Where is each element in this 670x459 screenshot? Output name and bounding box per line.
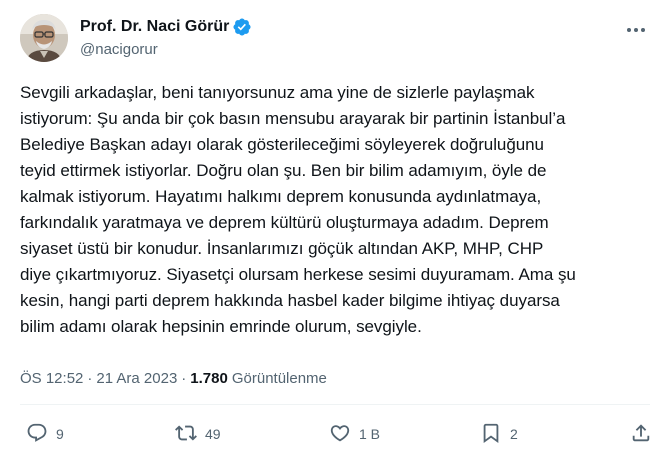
share-button[interactable] [630, 421, 652, 447]
retweet-icon [175, 422, 197, 447]
share-icon [630, 422, 652, 447]
meta-separator: · [87, 369, 93, 387]
bookmark-button[interactable]: 2 [480, 421, 518, 447]
bookmark-icon [480, 422, 502, 447]
tweet-date[interactable]: 21 Ara 2023 [96, 370, 177, 387]
divider [20, 404, 650, 405]
like-icon [329, 422, 351, 447]
name-row: Prof. Dr. Naci Görür [80, 16, 252, 38]
verified-badge-icon[interactable] [232, 17, 252, 37]
tweet-time[interactable]: ÖS 12:52 [20, 370, 83, 387]
views-count[interactable]: 1.780 [190, 370, 228, 387]
user-handle[interactable]: @nacigorur [80, 40, 252, 60]
retweet-button[interactable]: 49 [175, 421, 221, 447]
reply-count: 9 [56, 426, 64, 442]
reply-button[interactable]: 9 [26, 421, 64, 447]
meta-separator: · [181, 369, 187, 387]
user-info: Prof. Dr. Naci Görür @nacigorur [80, 16, 252, 60]
tweet-header: Prof. Dr. Naci Görür @nacigorur [20, 12, 252, 64]
more-icon[interactable] [624, 18, 648, 42]
action-bar: 9 49 1 B 2 [0, 421, 670, 447]
avatar-image [20, 14, 68, 62]
tweet-meta: ÖS 12:52 · 21 Ara 2023 · 1.780 Görüntüle… [20, 368, 327, 388]
tweet-card: Prof. Dr. Naci Görür @nacigorur Sevgili … [0, 0, 670, 459]
bookmark-count: 2 [510, 426, 518, 442]
reply-icon [26, 422, 48, 447]
like-button[interactable]: 1 B [329, 421, 380, 447]
like-count: 1 B [359, 426, 381, 442]
views-label: Görüntülenme [231, 369, 327, 387]
tweet-text: Sevgili arkadaşlar, beni tanıyorsunuz am… [20, 83, 576, 336]
retweet-count: 49 [205, 426, 221, 442]
avatar[interactable] [20, 14, 68, 62]
display-name[interactable]: Prof. Dr. Naci Görür [80, 17, 229, 37]
